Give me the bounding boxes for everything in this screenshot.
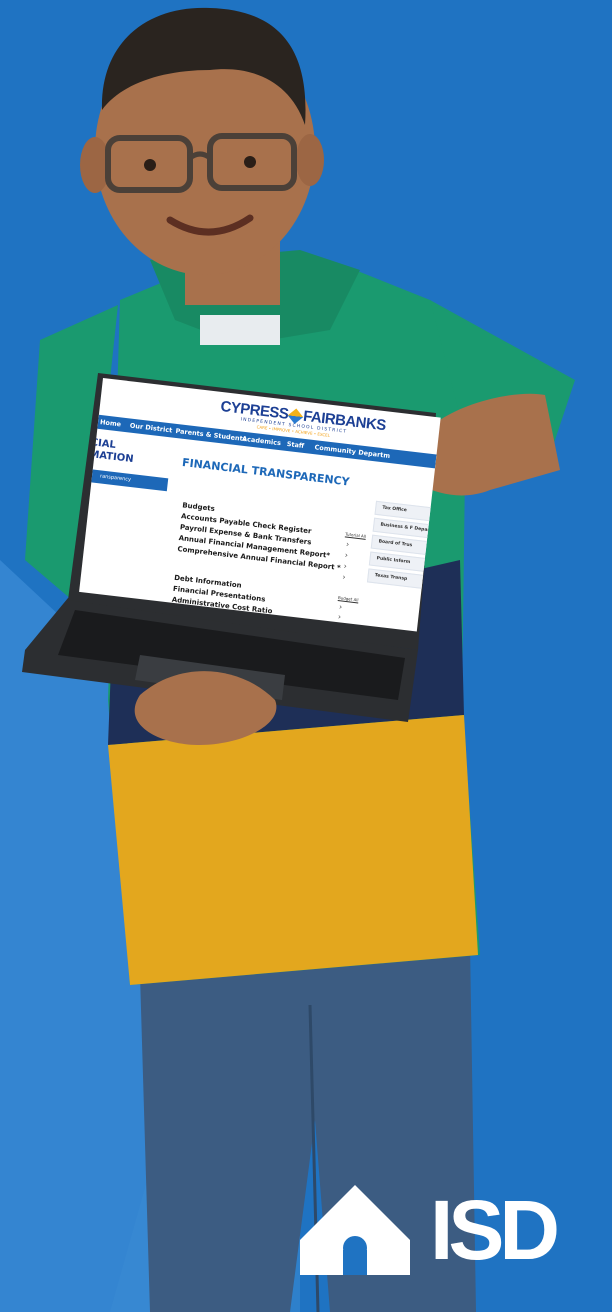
tutorial-all-link[interactable]: Tutorial All: [345, 531, 366, 538]
chevron-right-icon[interactable]: ›: [342, 572, 346, 581]
nav-departments[interactable]: Departm: [358, 448, 391, 460]
photo-scene: CYPRESS FAIRBANKS INDEPENDENT SCHOOL DIST…: [0, 0, 612, 1312]
chevron-right-icon[interactable]: ›: [344, 551, 348, 560]
chevron-right-icon[interactable]: ›: [339, 602, 343, 611]
nav-home[interactable]: Home: [100, 418, 122, 428]
panel-item-texas-transparency[interactable]: Texas Transp: [366, 568, 429, 590]
chevron-right-icon[interactable]: ›: [346, 540, 350, 549]
eye-right: [244, 156, 256, 168]
nav-staff[interactable]: Staff: [286, 440, 304, 450]
budget-list: Budgets Accounts Payable Check Register …: [177, 500, 346, 574]
undershirt: [200, 315, 280, 345]
page-title: FINANCIAL TRANSPARENCY: [181, 455, 351, 489]
nav-community[interactable]: Community: [314, 443, 356, 456]
nav-academics[interactable]: Academics: [242, 435, 282, 448]
eye-left: [144, 159, 156, 171]
laptop-screen: CYPRESS FAIRBANKS INDEPENDENT SCHOOL DIST…: [79, 378, 441, 632]
budget-all-link[interactable]: Budget All: [338, 595, 359, 602]
nav-parents-students[interactable]: Parents & Students: [175, 427, 247, 443]
shirt-yellow-stripe: [108, 715, 478, 985]
chevron-right-icon[interactable]: ›: [337, 612, 341, 621]
sidebar-title: CIAL MATION: [89, 437, 136, 466]
scene-illustration: [0, 0, 612, 1312]
nav-our-district[interactable]: Our District: [129, 422, 172, 435]
sidebar-item-transparency[interactable]: ransparency: [87, 469, 169, 492]
ear-right: [296, 134, 324, 186]
chevron-right-icon[interactable]: ›: [343, 561, 347, 570]
isd-letters: ISD: [430, 1183, 560, 1277]
logo-diamond-icon: [287, 408, 304, 424]
